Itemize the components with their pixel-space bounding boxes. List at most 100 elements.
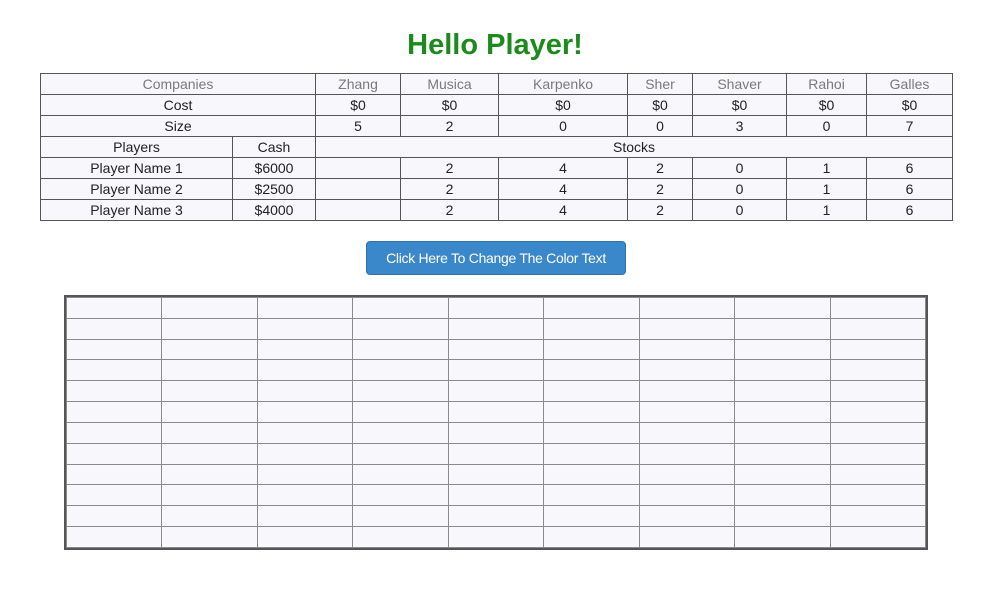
board-cell[interactable] xyxy=(829,338,926,361)
board-cell[interactable] xyxy=(543,505,640,528)
board-cell[interactable] xyxy=(352,297,449,319)
board-cell[interactable] xyxy=(256,442,354,465)
board-cell[interactable] xyxy=(447,380,545,403)
board-cell[interactable] xyxy=(352,484,449,507)
board-cell[interactable] xyxy=(638,484,736,507)
board-cell[interactable] xyxy=(352,526,449,548)
board-cell[interactable] xyxy=(65,317,163,340)
board-cell[interactable] xyxy=(447,359,545,382)
board-cell[interactable] xyxy=(638,297,736,319)
board-cell[interactable] xyxy=(543,484,640,507)
board-cell[interactable] xyxy=(829,317,926,340)
board-cell[interactable] xyxy=(447,484,545,507)
board-cell[interactable] xyxy=(829,484,926,507)
board-cell[interactable] xyxy=(543,401,640,423)
board-cell[interactable] xyxy=(65,338,163,361)
board-cell[interactable] xyxy=(161,338,258,361)
board-cell[interactable] xyxy=(447,401,545,423)
board-cell[interactable] xyxy=(447,463,545,486)
board-cell[interactable] xyxy=(734,526,831,548)
board-cell[interactable] xyxy=(65,297,163,319)
board-cell[interactable] xyxy=(829,463,926,486)
board-cell[interactable] xyxy=(352,505,449,528)
board-cell[interactable] xyxy=(65,526,163,548)
board-cell[interactable] xyxy=(638,401,736,423)
board-cell[interactable] xyxy=(829,297,926,319)
board-cell[interactable] xyxy=(352,317,449,340)
board-cell[interactable] xyxy=(352,421,449,444)
board-cell[interactable] xyxy=(161,359,258,382)
board-cell[interactable] xyxy=(161,401,258,423)
board-cell[interactable] xyxy=(65,484,163,507)
board-cell[interactable] xyxy=(447,526,545,548)
board-cell[interactable] xyxy=(543,359,640,382)
board-cell[interactable] xyxy=(161,484,258,507)
board-cell[interactable] xyxy=(256,484,354,507)
board-cell[interactable] xyxy=(543,380,640,403)
board-cell[interactable] xyxy=(447,421,545,444)
board-cell[interactable] xyxy=(352,359,449,382)
board-cell[interactable] xyxy=(638,359,736,382)
board-cell[interactable] xyxy=(256,338,354,361)
board-cell[interactable] xyxy=(65,442,163,465)
board-cell[interactable] xyxy=(352,401,449,423)
board-cell[interactable] xyxy=(638,317,736,340)
board-cell[interactable] xyxy=(734,297,831,319)
change-color-button[interactable]: Click Here To Change The Color Text xyxy=(366,241,626,275)
board-cell[interactable] xyxy=(352,442,449,465)
board-cell[interactable] xyxy=(256,505,354,528)
board-cell[interactable] xyxy=(161,317,258,340)
board-cell[interactable] xyxy=(256,401,354,423)
board-cell[interactable] xyxy=(447,442,545,465)
board-cell[interactable] xyxy=(543,338,640,361)
board-cell[interactable] xyxy=(65,505,163,528)
board-cell[interactable] xyxy=(638,505,736,528)
board-cell[interactable] xyxy=(65,380,163,403)
board-cell[interactable] xyxy=(161,380,258,403)
board-cell[interactable] xyxy=(161,421,258,444)
board-cell[interactable] xyxy=(161,297,258,319)
board-cell[interactable] xyxy=(447,297,545,319)
board-cell[interactable] xyxy=(161,442,258,465)
board-cell[interactable] xyxy=(65,401,163,423)
board-cell[interactable] xyxy=(734,338,831,361)
board-cell[interactable] xyxy=(256,297,354,319)
board-cell[interactable] xyxy=(734,463,831,486)
board-cell[interactable] xyxy=(734,317,831,340)
board-cell[interactable] xyxy=(829,505,926,528)
board-cell[interactable] xyxy=(65,421,163,444)
board-cell[interactable] xyxy=(256,526,354,548)
board-cell[interactable] xyxy=(638,463,736,486)
board-cell[interactable] xyxy=(256,380,354,403)
board-cell[interactable] xyxy=(65,463,163,486)
board-cell[interactable] xyxy=(638,421,736,444)
board-cell[interactable] xyxy=(829,526,926,548)
board-cell[interactable] xyxy=(734,359,831,382)
board-cell[interactable] xyxy=(638,526,736,548)
board-cell[interactable] xyxy=(734,484,831,507)
board-cell[interactable] xyxy=(543,297,640,319)
board-cell[interactable] xyxy=(447,505,545,528)
board-cell[interactable] xyxy=(161,505,258,528)
board-cell[interactable] xyxy=(734,380,831,403)
board-cell[interactable] xyxy=(543,442,640,465)
board-cell[interactable] xyxy=(638,442,736,465)
board-cell[interactable] xyxy=(734,505,831,528)
board-cell[interactable] xyxy=(829,442,926,465)
board-cell[interactable] xyxy=(829,380,926,403)
board-cell[interactable] xyxy=(638,338,736,361)
board-cell[interactable] xyxy=(447,338,545,361)
board-cell[interactable] xyxy=(543,463,640,486)
board-cell[interactable] xyxy=(256,421,354,444)
board-cell[interactable] xyxy=(543,421,640,444)
board-cell[interactable] xyxy=(543,526,640,548)
board-cell[interactable] xyxy=(447,317,545,340)
board-cell[interactable] xyxy=(829,401,926,423)
board-cell[interactable] xyxy=(256,359,354,382)
board-cell[interactable] xyxy=(638,380,736,403)
board-cell[interactable] xyxy=(161,526,258,548)
board-cell[interactable] xyxy=(352,463,449,486)
board-cell[interactable] xyxy=(734,442,831,465)
board-cell[interactable] xyxy=(352,338,449,361)
board-cell[interactable] xyxy=(829,359,926,382)
